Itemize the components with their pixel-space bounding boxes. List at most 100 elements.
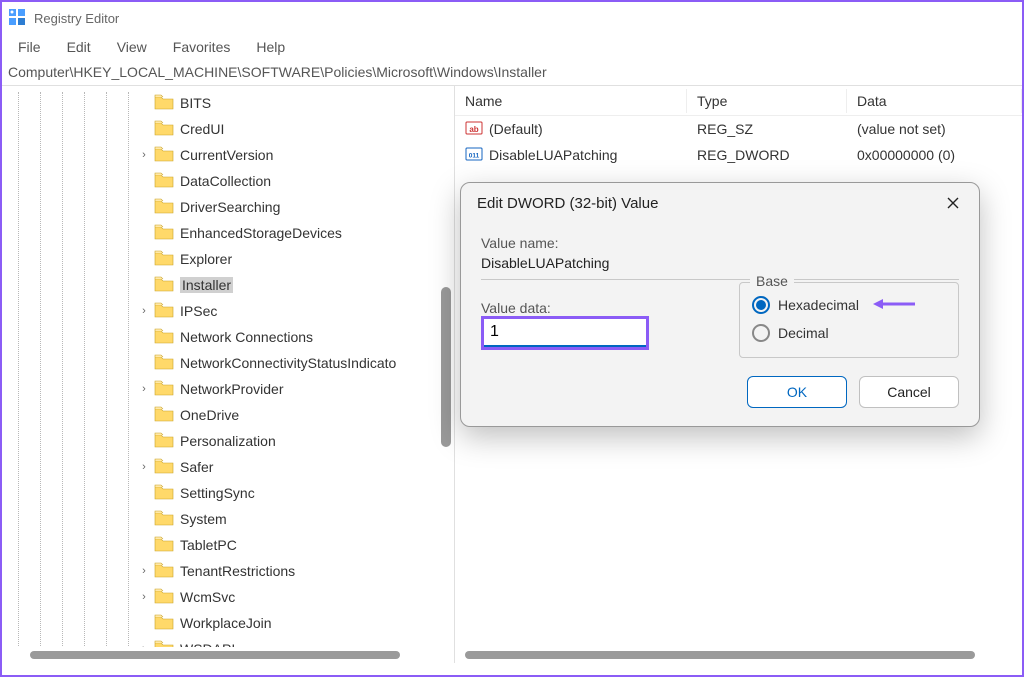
tree-vertical-scrollbar[interactable] <box>438 86 454 647</box>
tree-item[interactable]: Explorer <box>136 246 438 272</box>
column-header-type[interactable]: Type <box>687 89 847 113</box>
tree-item[interactable]: › Safer <box>136 454 438 480</box>
folder-icon <box>154 458 180 477</box>
values-header: Name Type Data <box>455 86 1022 116</box>
cancel-button[interactable]: Cancel <box>859 376 959 408</box>
tree-item[interactable]: CredUI <box>136 116 438 142</box>
value-type: REG_SZ <box>687 119 847 139</box>
tree-item[interactable]: › NetworkProvider <box>136 376 438 402</box>
folder-icon <box>154 614 180 633</box>
expander-icon[interactable]: › <box>136 305 152 317</box>
tree-item[interactable]: EnhancedStorageDevices <box>136 220 438 246</box>
tree-item-label: CurrentVersion <box>180 147 273 163</box>
tree-item[interactable]: DataCollection <box>136 168 438 194</box>
value-name: DisableLUAPatching <box>489 147 617 163</box>
value-data-highlight <box>481 316 649 350</box>
tree-item-label: WorkplaceJoin <box>180 615 272 631</box>
tree-item[interactable]: Personalization <box>136 428 438 454</box>
dialog-close-button[interactable] <box>943 193 963 213</box>
value-data: 0x00000000 (0) <box>847 145 1022 165</box>
menu-help[interactable]: Help <box>244 37 297 57</box>
title-bar: Registry Editor <box>2 2 1022 34</box>
folder-icon <box>154 354 180 373</box>
value-data-input[interactable] <box>484 319 646 347</box>
folder-icon <box>154 380 180 399</box>
folder-icon <box>154 640 180 648</box>
tree-item[interactable]: › TenantRestrictions <box>136 558 438 584</box>
menu-view[interactable]: View <box>105 37 159 57</box>
tree-horizontal-scrollbar[interactable] <box>2 647 438 663</box>
expander-icon[interactable]: › <box>136 565 152 577</box>
value-name: (Default) <box>489 121 543 137</box>
expander-icon[interactable]: › <box>136 591 152 603</box>
folder-icon <box>154 536 180 555</box>
folder-icon <box>154 198 180 217</box>
tree-item-label: DataCollection <box>180 173 271 189</box>
column-header-name[interactable]: Name <box>455 89 687 113</box>
tree-item[interactable]: NetworkConnectivityStatusIndicato <box>136 350 438 376</box>
svg-text:ab: ab <box>469 125 478 134</box>
column-header-data[interactable]: Data <box>847 89 1022 113</box>
tree-item[interactable]: › IPSec <box>136 298 438 324</box>
radio-decimal[interactable]: Decimal <box>752 319 946 347</box>
app-icon <box>8 8 26 29</box>
tree-item[interactable]: SettingSync <box>136 480 438 506</box>
folder-icon <box>154 432 180 451</box>
menu-edit[interactable]: Edit <box>55 37 103 57</box>
radio-dec-label: Decimal <box>778 325 829 341</box>
close-icon <box>946 196 960 210</box>
tree-item-label: BITS <box>180 95 211 111</box>
expander-icon[interactable]: › <box>136 461 152 473</box>
tree-item[interactable]: BITS <box>136 90 438 116</box>
folder-icon <box>154 588 180 607</box>
address-bar[interactable]: Computer\HKEY_LOCAL_MACHINE\SOFTWARE\Pol… <box>2 60 1022 86</box>
tree-item[interactable]: System <box>136 506 438 532</box>
app-title: Registry Editor <box>34 11 119 26</box>
ok-button[interactable]: OK <box>747 376 847 408</box>
radio-hexadecimal[interactable]: Hexadecimal <box>752 291 946 319</box>
tree-item[interactable]: TabletPC <box>136 532 438 558</box>
tree-item-label: TenantRestrictions <box>180 563 295 579</box>
tree-item-label: Personalization <box>180 433 276 449</box>
folder-icon <box>154 406 180 425</box>
value-name-field: DisableLUAPatching <box>481 251 959 280</box>
folder-icon <box>154 276 180 295</box>
folder-icon <box>154 224 180 243</box>
tree-item[interactable]: WorkplaceJoin <box>136 610 438 636</box>
expander-icon[interactable]: › <box>136 383 152 395</box>
menu-bar: File Edit View Favorites Help <box>2 34 1022 60</box>
value-type: REG_DWORD <box>687 145 847 165</box>
folder-icon <box>154 510 180 529</box>
tree-item[interactable]: Network Connections <box>136 324 438 350</box>
tree-item-label: NetworkConnectivityStatusIndicato <box>180 355 396 371</box>
folder-icon <box>154 172 180 191</box>
values-horizontal-scrollbar[interactable] <box>455 647 1006 663</box>
dword-value-icon: 011 <box>465 145 483 166</box>
tree-item-label: Installer <box>180 277 233 293</box>
tree-item-label: Safer <box>180 459 213 475</box>
tree-item-label: NetworkProvider <box>180 381 283 397</box>
tree-item[interactable]: OneDrive <box>136 402 438 428</box>
folder-icon <box>154 250 180 269</box>
value-row[interactable]: ab(Default)REG_SZ(value not set) <box>455 116 1022 142</box>
tree-item-label: Network Connections <box>180 329 313 345</box>
tree-item-label: OneDrive <box>180 407 239 423</box>
menu-favorites[interactable]: Favorites <box>161 37 243 57</box>
radio-hex-label: Hexadecimal <box>778 297 859 313</box>
folder-icon <box>154 302 180 321</box>
tree-item[interactable]: ›WcmSvc <box>136 584 438 610</box>
folder-icon <box>154 328 180 347</box>
tree-item[interactable]: DriverSearching <box>136 194 438 220</box>
menu-file[interactable]: File <box>6 37 53 57</box>
value-row[interactable]: 011 DisableLUAPatching REG_DWORD0x00000000… <box>455 142 1022 168</box>
tree-item-label: IPSec <box>180 303 217 319</box>
tree-item[interactable]: ›WSDAPI <box>136 636 438 647</box>
tree-item-label: SettingSync <box>180 485 255 501</box>
base-group: Hexadecimal Decimal <box>739 282 959 358</box>
tree-item[interactable]: Installer <box>136 272 438 298</box>
expander-icon[interactable]: › <box>136 149 152 161</box>
tree-item[interactable]: › CurrentVersion <box>136 142 438 168</box>
tree-item-label: TabletPC <box>180 537 237 553</box>
edit-dword-dialog: Edit DWORD (32-bit) Value Value name: Di… <box>460 182 980 427</box>
tree-item-label: CredUI <box>180 121 224 137</box>
